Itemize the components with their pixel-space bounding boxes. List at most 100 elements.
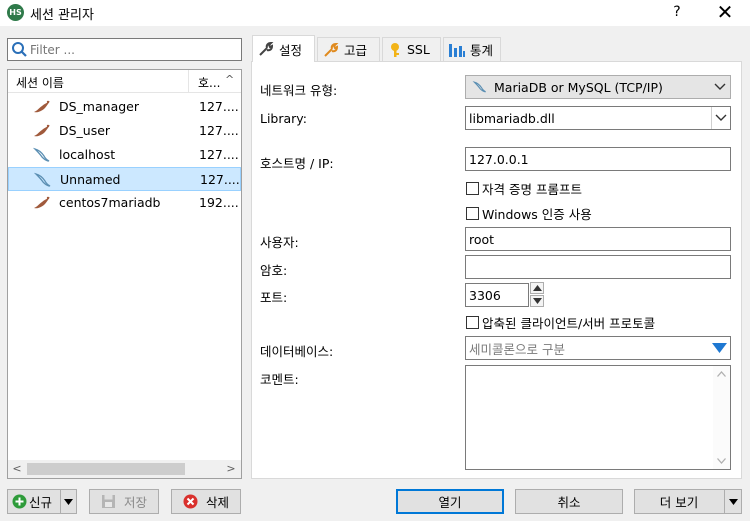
mysql-dolphin-icon: [32, 147, 50, 162]
tab-advanced[interactable]: 고급: [317, 37, 380, 61]
tab-label: SSL: [407, 42, 430, 57]
database-select[interactable]: 세미콜론으로 구분: [465, 336, 731, 360]
horizontal-scrollbar[interactable]: < >: [8, 460, 241, 478]
key-icon: [391, 42, 399, 57]
session-list-header: 세션 이름 호... ^: [8, 70, 241, 93]
session-host: 127....: [200, 172, 240, 187]
checkbox-box[interactable]: [466, 207, 479, 220]
session-host: 127....: [199, 147, 239, 162]
mysql-dolphin-icon: [472, 81, 486, 93]
port-input[interactable]: 3306: [465, 283, 529, 307]
network-type-value: MariaDB or MySQL (TCP/IP): [494, 79, 663, 95]
window-title: 세션 관리자: [30, 8, 94, 23]
compressed-protocol-checkbox[interactable]: 압축된 클라이언트/서버 프로토콜: [466, 313, 655, 332]
scroll-right-icon[interactable]: >: [224, 461, 238, 477]
save-label: 저장: [123, 495, 147, 510]
port-value: 3306: [469, 287, 501, 303]
scrollbar-thumb[interactable]: [27, 463, 185, 475]
dropdown-arrow-icon[interactable]: [64, 499, 73, 505]
mariadb-seal-icon: [34, 196, 50, 209]
host-input[interactable]: 127.0.0.1: [465, 147, 731, 171]
split-divider: [724, 490, 725, 513]
windows-auth-checkbox[interactable]: Windows 인증 사용: [466, 204, 592, 223]
wrench-orange-icon: [324, 42, 339, 57]
cancel-button[interactable]: 취소: [515, 489, 623, 514]
password-label: 암호:: [260, 263, 288, 278]
dropdown-arrow-icon[interactable]: [729, 499, 738, 505]
comment-textarea[interactable]: [465, 365, 731, 470]
add-icon: [12, 494, 27, 509]
delete-label: 삭제: [205, 495, 229, 510]
host-label: 호스트명 / IP:: [260, 156, 334, 171]
session-name: DS_manager: [59, 99, 139, 114]
tab-ssl[interactable]: SSL: [382, 37, 441, 61]
column-header-host[interactable]: 호...: [198, 74, 220, 91]
library-select[interactable]: libmariadb.dll: [465, 106, 731, 130]
database-label: 데이터베이스:: [260, 344, 334, 359]
library-dropdown-button[interactable]: [711, 107, 730, 129]
user-value: root: [469, 231, 495, 247]
user-label: 사용자:: [260, 235, 299, 250]
cancel-label: 취소: [557, 495, 581, 510]
settings-panel: 네트워크 유형: MariaDB or MySQL (TCP/IP) Libra…: [251, 61, 742, 479]
database-placeholder: 세미콜론으로 구분: [469, 341, 565, 357]
tab-label: 고급: [344, 43, 368, 58]
column-separator[interactable]: [188, 70, 189, 93]
session-name: Unnamed: [60, 172, 121, 187]
comment-scrollbar[interactable]: [713, 366, 730, 469]
prompt-credentials-label: 자격 증명 프롬프트: [482, 182, 582, 197]
scroll-down-icon[interactable]: [717, 458, 726, 464]
session-list[interactable]: 세션 이름 호... ^ DS_manager 127.... DS_user …: [7, 69, 242, 479]
new-session-label: 신규: [29, 495, 53, 510]
mariadb-seal-icon: [34, 100, 50, 113]
compressed-protocol-label: 압축된 클라이언트/서버 프로토콜: [482, 316, 656, 331]
checkbox-box[interactable]: [466, 316, 479, 329]
session-row-ds-manager[interactable]: DS_manager 127....: [8, 95, 241, 119]
column-header-session-name[interactable]: 세션 이름: [16, 74, 64, 91]
session-row-centos7mariadb[interactable]: centos7mariadb 192....: [8, 191, 241, 215]
session-row-ds-user[interactable]: DS_user 127....: [8, 119, 241, 143]
open-button[interactable]: 열기: [396, 489, 504, 514]
app-logo-icon: HS: [7, 4, 24, 21]
port-label: 포트:: [260, 290, 288, 305]
library-label: Library:: [260, 111, 308, 126]
user-input[interactable]: root: [465, 227, 731, 251]
delete-button[interactable]: 삭제: [171, 489, 241, 514]
more-button[interactable]: 더 보기: [634, 489, 742, 514]
network-type-select[interactable]: MariaDB or MySQL (TCP/IP): [465, 75, 731, 99]
session-name: centos7mariadb: [59, 195, 161, 210]
dropdown-triangle-icon[interactable]: [712, 343, 727, 353]
new-session-button[interactable]: 신규: [7, 489, 77, 514]
wrench-icon: [259, 41, 274, 56]
session-row-localhost[interactable]: localhost 127....: [8, 143, 241, 167]
prompt-credentials-checkbox[interactable]: 자격 증명 프롬프트: [466, 179, 582, 198]
filter-box[interactable]: [7, 38, 242, 61]
filter-input[interactable]: [30, 40, 235, 59]
port-decrement-button[interactable]: [530, 295, 544, 307]
title-bar: [0, 0, 750, 26]
scroll-left-icon[interactable]: <: [10, 461, 24, 477]
floppy-disk-icon: [101, 495, 115, 508]
arrow-up-icon: [533, 285, 542, 291]
chevron-down-icon: [714, 83, 726, 90]
split-divider: [60, 490, 61, 513]
session-row-unnamed[interactable]: Unnamed 127....: [8, 167, 241, 191]
session-name: localhost: [59, 147, 116, 162]
windows-auth-label: Windows 인증 사용: [482, 207, 592, 222]
password-input[interactable]: [465, 255, 731, 279]
app-logo-text: HS: [9, 8, 22, 17]
session-host: 192....: [199, 195, 239, 210]
save-button[interactable]: 저장: [89, 489, 159, 514]
host-value: 127.0.0.1: [469, 151, 529, 167]
mariadb-seal-icon: [34, 124, 50, 137]
close-button[interactable]: ✕: [713, 1, 737, 23]
comment-label: 코멘트:: [260, 372, 299, 387]
port-increment-button[interactable]: [530, 282, 544, 294]
scroll-up-icon[interactable]: [717, 371, 726, 377]
arrow-down-icon: [533, 298, 542, 304]
tab-statistics[interactable]: 통계: [443, 37, 501, 61]
checkbox-box[interactable]: [466, 182, 479, 195]
help-button[interactable]: ?: [667, 2, 687, 22]
more-label: 더 보기: [659, 495, 699, 510]
tab-settings[interactable]: 설정: [252, 35, 315, 62]
